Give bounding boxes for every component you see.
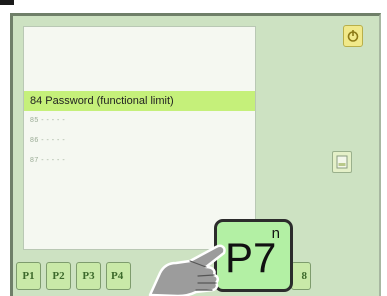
tab-p4[interactable]: P4 — [106, 262, 131, 290]
power-button[interactable] — [343, 25, 363, 47]
tab-p7-superscript: n — [271, 225, 280, 242]
list-item[interactable]: 87 - - - - - — [24, 151, 255, 171]
power-icon — [347, 30, 359, 42]
tab-p2[interactable]: P2 — [46, 262, 71, 290]
side-page-button[interactable] — [332, 151, 352, 173]
page-icon — [336, 155, 348, 169]
hand-pointer-icon — [148, 244, 226, 296]
list-item-selected[interactable]: 84 Password (functional limit) — [24, 91, 255, 111]
tab-p7-label: P7 — [225, 234, 277, 281]
corner-mark — [0, 0, 14, 5]
list-item[interactable]: 85 - - - - - — [24, 111, 255, 131]
parameter-list: 84 Password (functional limit) 85 - - - … — [23, 26, 256, 250]
tab-p8[interactable]: 8 — [291, 262, 311, 290]
tab-p3[interactable]: P3 — [76, 262, 101, 290]
list-item[interactable]: 86 - - - - - — [24, 131, 255, 151]
tab-p1[interactable]: P1 — [16, 262, 41, 290]
